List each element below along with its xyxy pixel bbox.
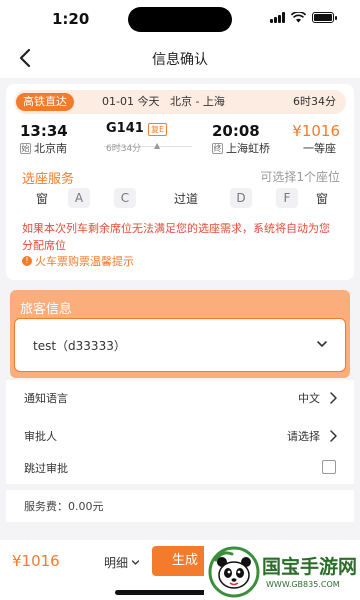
- passenger-row[interactable]: test（d33333）: [14, 318, 346, 372]
- trip-card: 高铁直达 01-01 今天 北京 - 上海 6时34分 13:34 G141 复…: [6, 84, 354, 280]
- ticket-price: ¥1016: [292, 122, 340, 140]
- seat-picker: 窗 A C 过道 D F 窗: [6, 188, 354, 208]
- passenger-section: 旅客信息 test（d33333）: [10, 290, 350, 378]
- approver-label: 审批人: [24, 430, 57, 443]
- nav-bar: 信息确认: [0, 38, 360, 78]
- chevron-down-icon[interactable]: [315, 337, 329, 351]
- train-number: G141: [106, 121, 144, 136]
- watermark-site-name: 国宝手游网: [262, 556, 358, 578]
- skip-approval-label: 跳过审批: [24, 462, 68, 475]
- aisle-label: 过道: [174, 192, 199, 206]
- seat-a-button[interactable]: A: [68, 188, 90, 208]
- seat-f-button[interactable]: F: [276, 188, 298, 208]
- depart-station: 始 北京南: [20, 140, 67, 156]
- battery-icon: [312, 12, 337, 23]
- arrive-station: 终 上海虹桥: [212, 140, 270, 156]
- price-detail-button[interactable]: 明细: [104, 554, 140, 571]
- dynamic-island: [128, 7, 232, 32]
- signal-icon: [270, 12, 285, 23]
- seat-c-button[interactable]: C: [114, 188, 136, 208]
- window-right-label: 窗: [316, 192, 329, 206]
- depart-time: 13:34: [20, 122, 68, 140]
- ticket-tips-label: 火车票购票温馨提示: [35, 255, 134, 268]
- wifi-icon: [291, 12, 306, 23]
- page-title: 信息确认: [152, 52, 208, 68]
- travel-duration: 6时34分: [106, 144, 142, 154]
- notify-language-row[interactable]: 通知语言 中文: [6, 382, 354, 414]
- passenger-title: 旅客信息: [20, 302, 73, 317]
- watermark-site-url: WWW.GB835.COM: [266, 580, 340, 589]
- chevron-right-icon: [330, 392, 337, 404]
- price-detail-label: 明细: [104, 556, 129, 570]
- seat-service-title: 选座服务: [22, 172, 75, 187]
- train-type-tag: 复E: [148, 123, 168, 136]
- status-bar: 1:20: [0, 0, 360, 38]
- service-fee-row: 服务费：0.00元: [6, 490, 354, 522]
- service-fee-text: 服务费：0.00元: [24, 500, 104, 513]
- route-summary: 高铁直达 01-01 今天 北京 - 上海 6时34分: [14, 90, 346, 114]
- window-left-label: 窗: [36, 192, 49, 206]
- seat-allocation-note: 如果本次列车剩余席位无法满足您的选座需求，系统将自动为您分配席位: [22, 222, 330, 252]
- settings-list: 通知语言 中文 审批人 请选择 跳过审批: [6, 380, 354, 484]
- system-icons: [270, 12, 337, 23]
- chevron-down-icon: [131, 560, 140, 565]
- total-price: ¥1016: [12, 552, 60, 570]
- notify-language-value: 中文: [298, 392, 320, 405]
- approver-value: 请选择: [287, 430, 320, 443]
- notify-language-label: 通知语言: [24, 392, 68, 405]
- depart-station-name: 北京南: [34, 142, 67, 155]
- seat-class: 一等座: [303, 142, 336, 155]
- direct-badge: 高铁直达: [16, 93, 74, 111]
- trip-route: 北京 - 上海: [169, 95, 225, 108]
- panda-logo-icon: [208, 546, 260, 598]
- chevron-right-icon: [330, 430, 337, 442]
- seat-d-button[interactable]: D: [230, 188, 252, 208]
- skip-approval-checkbox[interactable]: [322, 460, 336, 474]
- arrive-station-name: 上海虹桥: [226, 142, 270, 155]
- route-date-cities: 01-01 今天 北京 - 上海: [102, 94, 225, 110]
- passenger-name: test（d33333）: [33, 339, 126, 353]
- approver-row[interactable]: 审批人 请选择: [6, 420, 354, 452]
- ticket-tips-link[interactable]: ! 火车票购票温馨提示: [22, 253, 134, 269]
- site-watermark: 国宝手游网 WWW.GB835.COM: [204, 544, 360, 600]
- stops-toggle-icon[interactable]: ▲: [154, 141, 160, 150]
- seat-select-hint: 可选择1个座位: [260, 170, 340, 184]
- trip-date: 01-01 今天: [102, 95, 160, 108]
- trip-duration-total: 6时34分: [293, 95, 336, 108]
- terminal-tag: 终: [212, 142, 223, 154]
- status-time: 1:20: [52, 10, 90, 28]
- skip-approval-row: 跳过审批: [6, 452, 354, 484]
- info-icon: !: [22, 256, 32, 266]
- arrive-time: 20:08: [212, 122, 260, 140]
- origin-tag: 始: [20, 142, 31, 154]
